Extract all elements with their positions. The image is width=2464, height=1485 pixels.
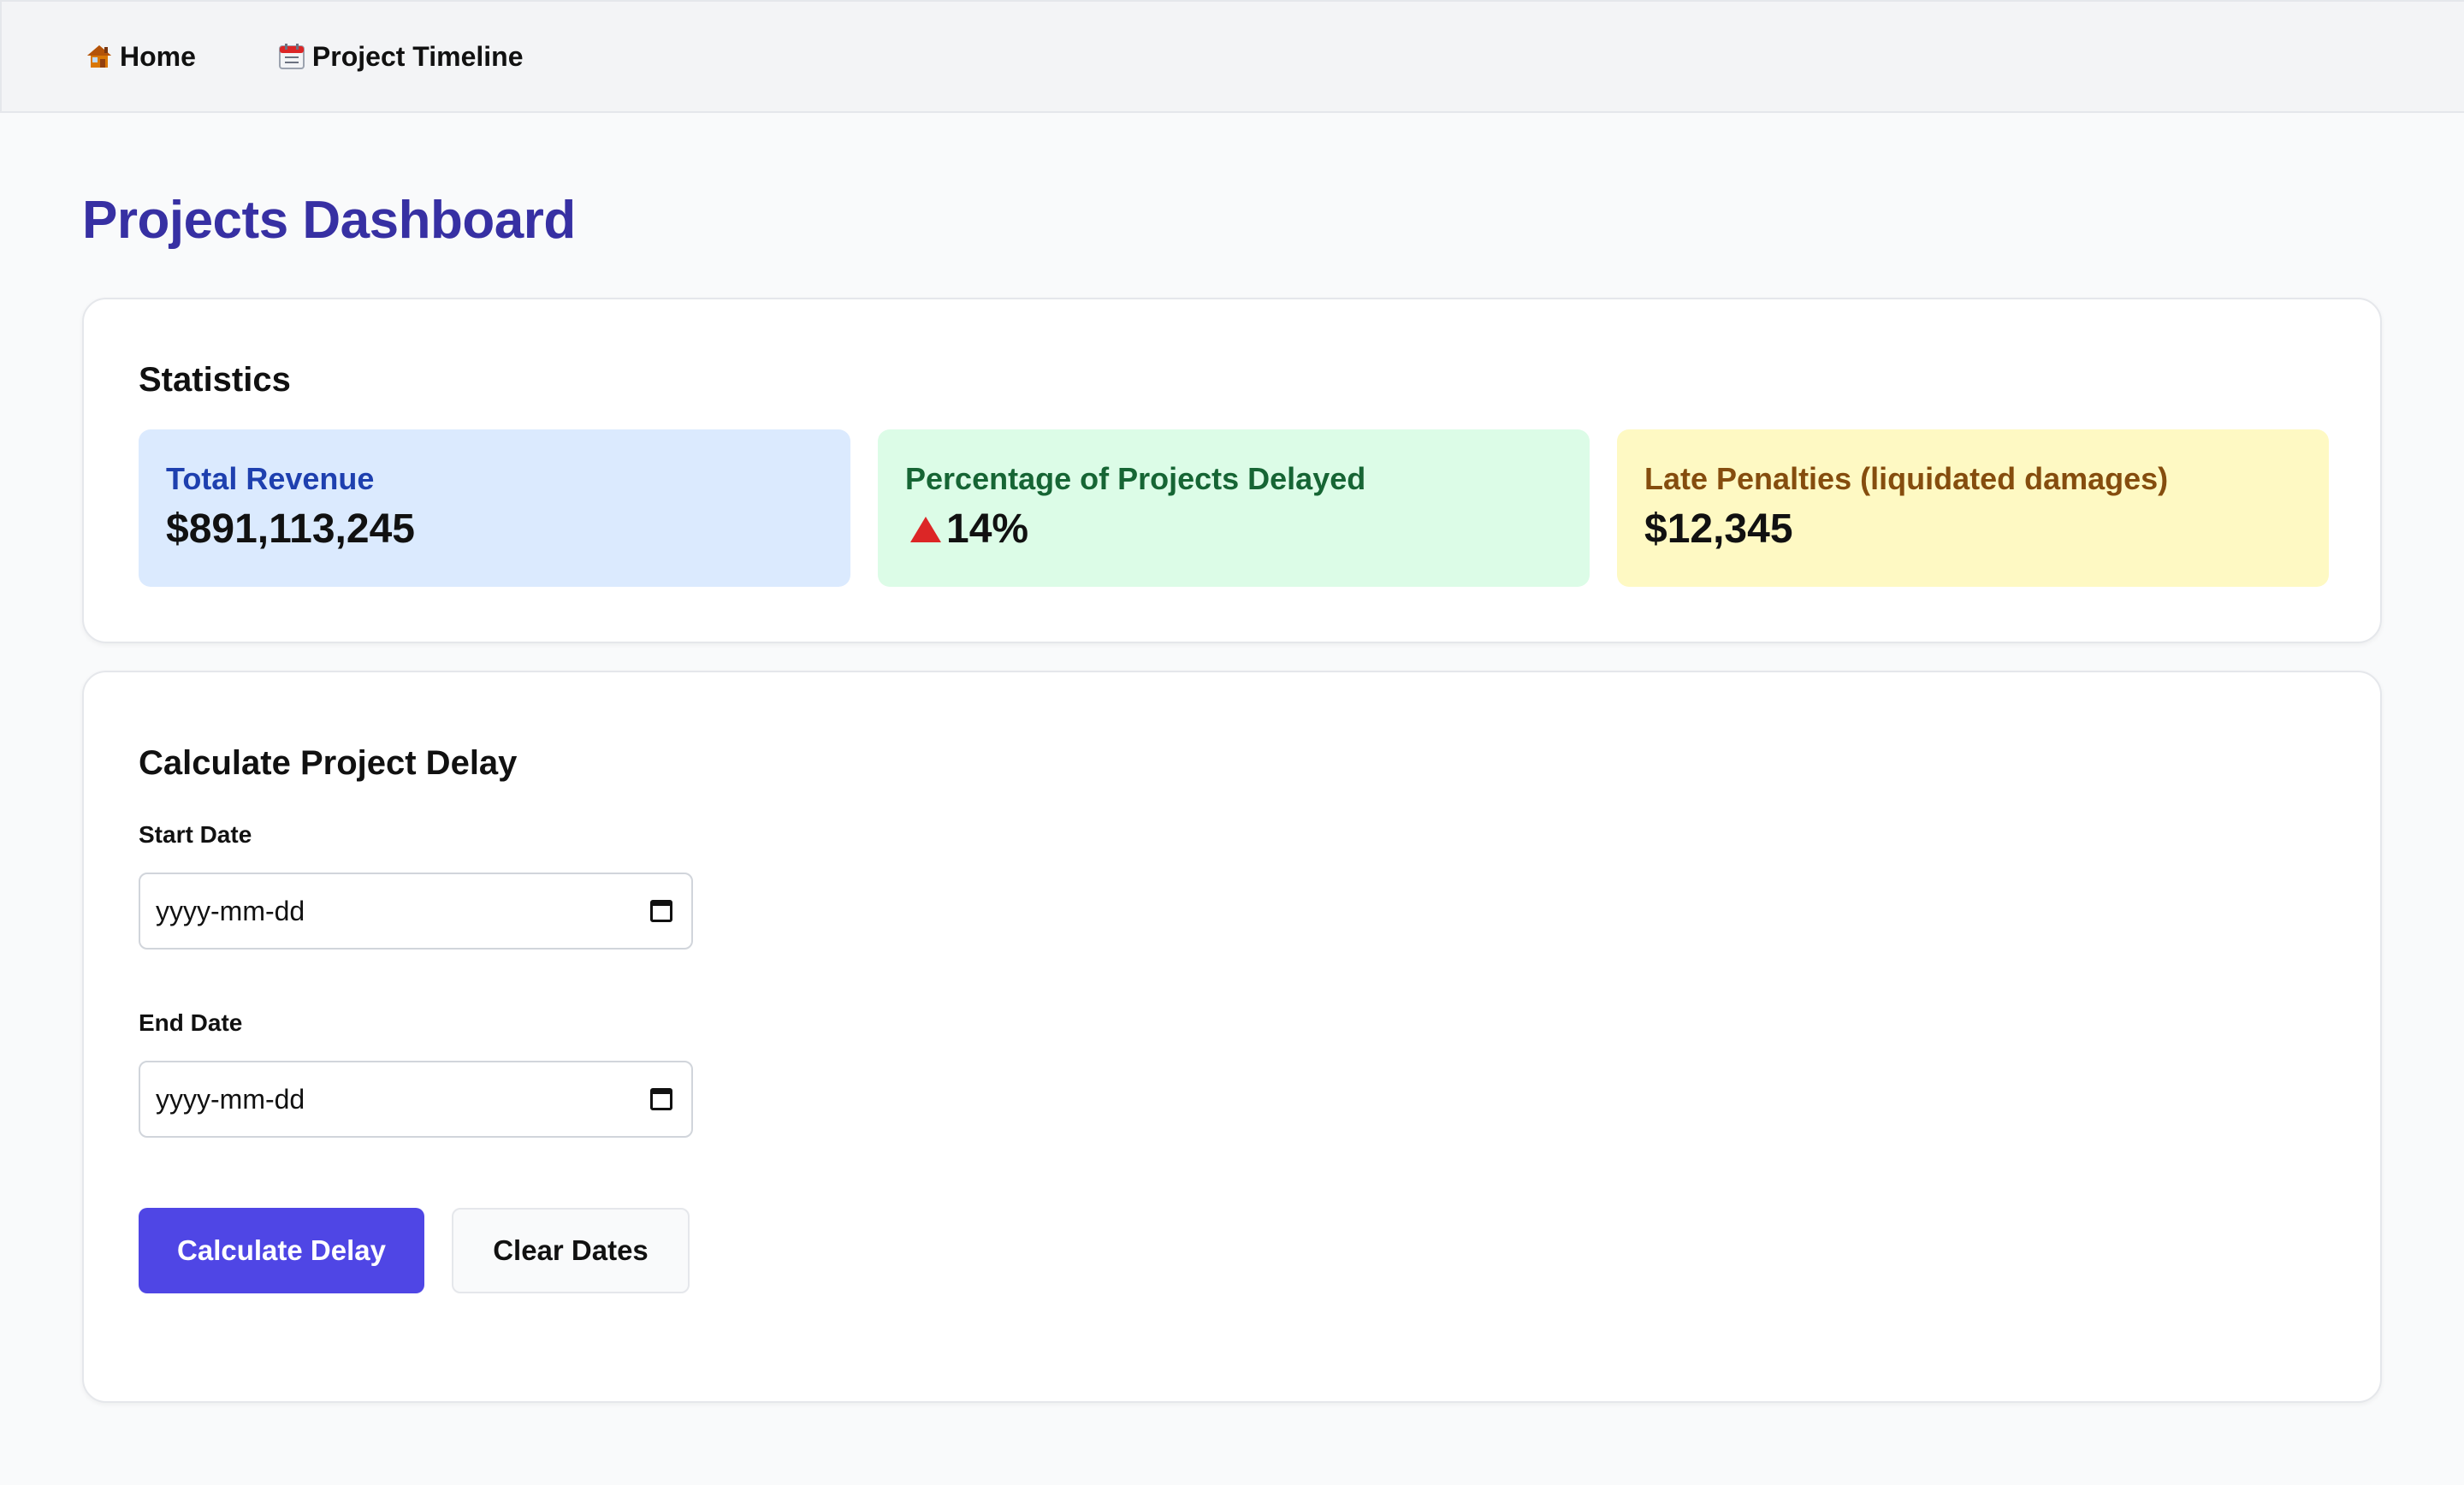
- house-icon: [84, 41, 115, 72]
- total-revenue-tile: Total Revenue $891,113,245: [139, 429, 850, 587]
- page-title: Projects Dashboard: [82, 191, 576, 250]
- calendar-picker-icon[interactable]: [650, 900, 672, 922]
- top-nav: Home Project Timeline: [0, 0, 2464, 113]
- calculate-delay-heading: Calculate Project Delay: [139, 744, 518, 782]
- total-revenue-label: Total Revenue: [166, 461, 375, 496]
- projects-delayed-value: 14%: [905, 506, 1562, 553]
- nav-home-label: Home: [120, 40, 196, 72]
- nav-project-timeline-link[interactable]: Project Timeline: [276, 41, 524, 73]
- calculate-delay-button[interactable]: Calculate Delay: [139, 1208, 424, 1293]
- late-penalties-tile: Late Penalties (liquidated damages) $12,…: [1617, 429, 2329, 587]
- start-date-placeholder: yyyy-mm-dd: [156, 895, 305, 926]
- end-date-label: End Date: [139, 1009, 243, 1036]
- projects-delayed-percent: 14%: [946, 506, 1029, 553]
- late-penalties-amount: $12,345: [1644, 506, 1793, 553]
- late-penalties-label: Late Penalties (liquidated damages): [1644, 461, 2169, 496]
- end-date-input[interactable]: yyyy-mm-dd: [139, 1061, 693, 1138]
- triangle-up-icon: [910, 516, 941, 542]
- total-revenue-value: $891,113,245: [166, 506, 823, 553]
- calendar-icon: [276, 41, 307, 72]
- calculate-delay-card: Calculate Project Delay Start Date yyyy-…: [82, 671, 2382, 1403]
- statistics-heading: Statistics: [139, 361, 291, 399]
- late-penalties-value: $12,345: [1644, 506, 2301, 553]
- statistics-card: Statistics Total Revenue $891,113,245 Pe…: [82, 298, 2382, 643]
- nav-home-link[interactable]: Home: [84, 41, 196, 73]
- projects-delayed-tile: Percentage of Projects Delayed 14%: [878, 429, 1590, 587]
- nav-project-timeline-label: Project Timeline: [311, 40, 524, 72]
- total-revenue-amount: $891,113,245: [166, 506, 415, 553]
- projects-delayed-label: Percentage of Projects Delayed: [905, 461, 1366, 496]
- clear-dates-button[interactable]: Clear Dates: [452, 1208, 690, 1293]
- calendar-picker-icon[interactable]: [650, 1088, 672, 1110]
- start-date-label: Start Date: [139, 821, 252, 848]
- end-date-placeholder: yyyy-mm-dd: [156, 1083, 305, 1115]
- start-date-input[interactable]: yyyy-mm-dd: [139, 873, 693, 950]
